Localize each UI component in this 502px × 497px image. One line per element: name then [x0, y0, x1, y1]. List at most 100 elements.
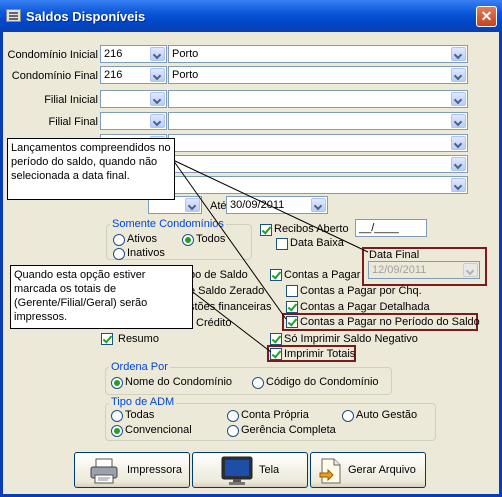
contas-pagar-detalhada-checkbox[interactable]	[286, 301, 298, 313]
ate-label: Até	[210, 200, 227, 212]
saldo-zerado-label: e Saldo Zerado	[189, 285, 265, 297]
contas-pagar-checkbox[interactable]	[270, 269, 282, 281]
condominio-final-name: Porto	[172, 69, 199, 81]
filial-inicial-code-select[interactable]	[100, 90, 167, 108]
nome-condominio-label: Nome do Condomínio	[125, 376, 233, 388]
window: Saldos Disponíveis ✕ Condomínio Inicial …	[0, 0, 502, 497]
file-icon	[319, 458, 341, 484]
chevron-down-icon[interactable]	[451, 47, 466, 61]
todas-label: Todas	[125, 409, 155, 421]
data-final-label: Data Final	[369, 249, 420, 261]
auto-gestao-label: Auto Gestão	[356, 409, 418, 421]
ate-date-value: 30/09/2011	[230, 199, 285, 211]
contas-pagar-periodo-saldo-checkbox[interactable]	[286, 316, 298, 328]
gerar-arquivo-button-label: Gerar Arquivo	[348, 464, 416, 476]
convencional-radio[interactable]	[111, 425, 123, 437]
chevron-down-icon[interactable]	[150, 47, 165, 61]
codigo-condominio-radio[interactable]	[252, 377, 264, 389]
chevron-down-icon[interactable]	[150, 68, 165, 82]
printer-icon	[90, 458, 118, 484]
so-imprimir-saldo-negativo-label: Só Imprimir Saldo Negativo	[284, 333, 418, 345]
resumo-checkbox[interactable]	[101, 333, 113, 345]
condominio-final-label: Condomínio Final	[11, 70, 98, 82]
ativos-radio[interactable]	[113, 234, 125, 246]
ate-date-select[interactable]: 30/09/2011	[226, 196, 328, 214]
chevron-down-icon[interactable]	[451, 68, 466, 82]
contas-pagar-chq-label: Contas a Pagar por Chq.	[300, 285, 422, 297]
ativos-label: Ativos	[127, 233, 157, 245]
condominio-inicial-code: 216	[104, 48, 123, 60]
chevron-down-icon[interactable]	[451, 114, 466, 128]
filial-final-code-select[interactable]	[100, 112, 167, 130]
condominio-final-code-select[interactable]: 216	[100, 66, 167, 84]
calendar-dropdown-icon[interactable]	[463, 263, 478, 277]
todos-radio[interactable]	[182, 234, 194, 246]
contas-pagar-label: Contas a Pagar	[284, 269, 361, 281]
calendar-dropdown-icon[interactable]	[311, 198, 326, 212]
lancamentos-tooltip: Lançamentos compreendidos no período do …	[7, 138, 175, 200]
filial-inicial-name-select[interactable]	[168, 90, 468, 108]
convencional-label: Convencional	[125, 424, 192, 436]
tipo-adm-title: Tipo de ADM	[109, 396, 177, 408]
extra-name-select[interactable]	[168, 176, 468, 194]
data-final-value: 12/09/2011	[372, 264, 427, 276]
title-bar[interactable]: Saldos Disponíveis ✕	[0, 0, 502, 32]
contas-pagar-periodo-saldo-label: Contas a Pagar no Período do Saldo	[300, 316, 480, 328]
imprimir-totais-label: Imprimir Totais	[284, 348, 356, 360]
imprimir-totais-checkbox[interactable]	[270, 348, 282, 360]
todas-radio[interactable]	[111, 410, 123, 422]
tela-button[interactable]: Tela	[192, 452, 308, 488]
chevron-down-icon[interactable]	[150, 92, 165, 106]
data-final-select[interactable]: 12/09/2011	[368, 261, 480, 279]
tipo-saldo-label: po de Saldo	[189, 269, 248, 281]
credito-label: Crédito	[196, 317, 232, 329]
condominio-inicial-code-select[interactable]: 216	[100, 45, 167, 63]
condominio-final-code: 216	[104, 69, 123, 81]
impressora-button-label: Impressora	[127, 464, 183, 476]
somente-condominios-title: Somente Condomínios	[110, 218, 226, 230]
data-baixa-checkbox[interactable]	[276, 238, 288, 250]
resumo-label: Resumo	[118, 333, 159, 345]
window-title: Saldos Disponíveis	[26, 9, 146, 24]
auto-gestao-radio[interactable]	[342, 410, 354, 422]
recibos-aberto-label: Recibos Aberto	[274, 223, 349, 235]
gerente-final-name-select[interactable]	[168, 155, 468, 173]
codigo-condominio-label: Código do Condomínio	[266, 376, 379, 388]
imprimir-totais-tooltip: Quando esta opção estiver marcada os tot…	[10, 265, 193, 329]
recibos-aberto-value: __/____	[359, 222, 399, 234]
condominio-inicial-name-select[interactable]: Porto	[168, 45, 468, 63]
tela-button-label: Tela	[259, 464, 280, 476]
conta-propria-radio[interactable]	[227, 410, 239, 422]
monitor-icon	[221, 456, 253, 485]
contas-pagar-chq-checkbox[interactable]	[286, 285, 298, 297]
nome-condominio-radio[interactable]	[111, 377, 123, 389]
filial-inicial-label: Filial Inicial	[44, 94, 98, 106]
chevron-down-icon[interactable]	[451, 157, 466, 171]
filial-final-label: Filial Final	[48, 116, 98, 128]
recibos-aberto-checkbox[interactable]	[260, 224, 272, 236]
data-baixa-label: Data Baixa	[290, 237, 344, 249]
chevron-down-icon[interactable]	[451, 178, 466, 192]
questoes-financeiras-label: stões financeiras	[189, 301, 272, 313]
contas-pagar-detalhada-label: Contas a Pagar Detalhada	[300, 301, 430, 313]
condominio-inicial-name: Porto	[172, 48, 199, 60]
inativos-label: Inativos	[127, 247, 165, 259]
recibos-aberto-input[interactable]: __/____	[355, 219, 427, 237]
impressora-button[interactable]: Impressora	[74, 452, 190, 488]
gerar-arquivo-button[interactable]: Gerar Arquivo	[310, 452, 426, 488]
close-button[interactable]: ✕	[476, 6, 497, 27]
condominio-final-name-select[interactable]: Porto	[168, 66, 468, 84]
condominio-inicial-label: Condomínio Inicial	[7, 49, 99, 61]
filial-final-name-select[interactable]	[168, 112, 468, 130]
app-icon	[6, 9, 21, 22]
chevron-down-icon[interactable]	[451, 92, 466, 106]
so-imprimir-saldo-negativo-checkbox[interactable]	[270, 333, 282, 345]
chevron-down-icon[interactable]	[451, 136, 466, 150]
gerencia-completa-label: Gerência Completa	[241, 424, 336, 436]
gerente-inicial-name-select[interactable]	[168, 134, 468, 152]
chevron-down-icon[interactable]	[150, 114, 165, 128]
ordena-por-title: Ordena Por	[109, 361, 170, 373]
gerencia-completa-radio[interactable]	[227, 425, 239, 437]
chevron-down-icon[interactable]	[185, 198, 200, 212]
inativos-radio[interactable]	[113, 248, 125, 260]
